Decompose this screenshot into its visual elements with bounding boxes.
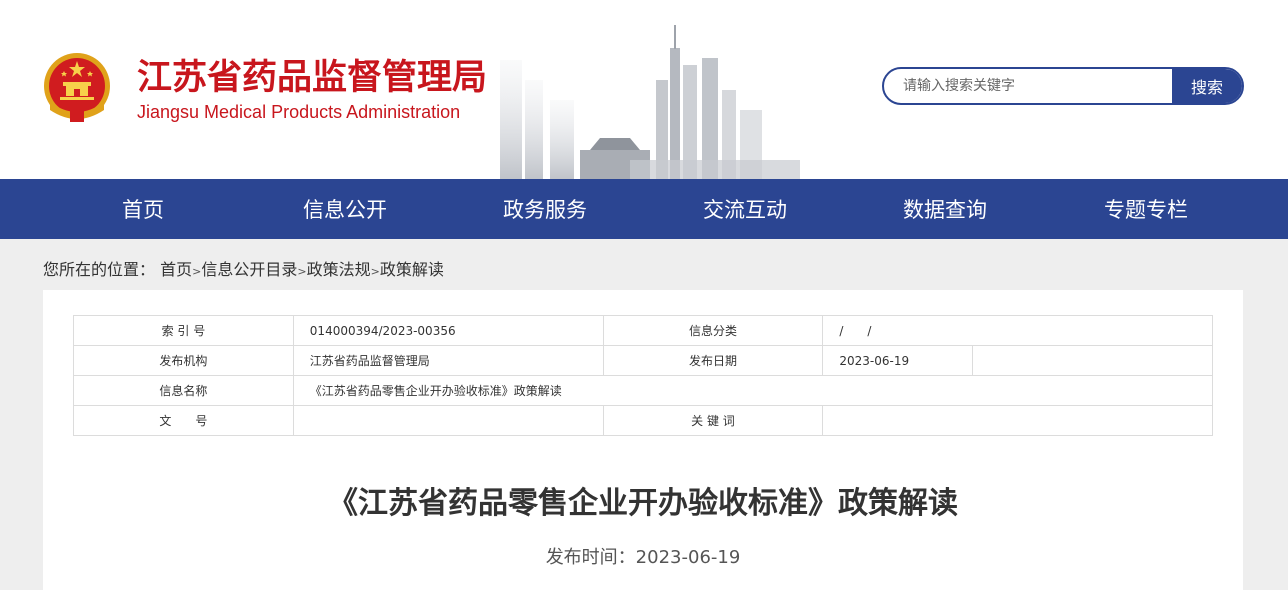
breadcrumb-info-catalog-link[interactable]: 信息公开目录	[201, 260, 297, 279]
keyword-label: 关 键 词	[602, 405, 824, 436]
search-button[interactable]: 搜索	[1172, 69, 1242, 103]
org-value: 江苏省药品监督管理局	[292, 345, 604, 376]
breadcrumb-separator: >	[297, 265, 307, 278]
search-box: 搜索	[882, 67, 1244, 105]
metadata-table: 索 引 号 014000394/2023-00356 信息分类 / / 发布机构…	[73, 315, 1214, 436]
site-header: 江苏省药品监督管理局 Jiangsu Medical Products Admi…	[0, 0, 1288, 179]
category-value: / /	[822, 315, 1213, 346]
nav-item-special-topics[interactable]: 专题专栏	[987, 179, 1188, 239]
table-row: 信息名称 《江苏省药品零售企业开办验收标准》政策解读	[73, 375, 1214, 406]
index-value: 014000394/2023-00356	[292, 315, 604, 346]
breadcrumb-separator: >	[192, 265, 202, 278]
search-input[interactable]	[884, 69, 1172, 103]
site-title-cn: 江苏省药品监督管理局	[137, 58, 488, 98]
breadcrumb-policy-interpretation-link[interactable]: 政策解读	[380, 260, 444, 279]
doc-number-value	[292, 405, 604, 436]
date-label: 发布日期	[602, 345, 824, 376]
table-row: 文 号 关 键 词	[73, 405, 1213, 436]
empty-cell	[972, 345, 1213, 376]
org-label: 发布机构	[73, 345, 294, 376]
nav-item-gov-services[interactable]: 政务服务	[387, 179, 587, 239]
national-emblem-icon	[44, 53, 110, 122]
nav-item-home[interactable]: 首页	[0, 179, 164, 239]
nav-item-data-query[interactable]: 数据查询	[787, 179, 987, 239]
index-label: 索 引 号	[73, 315, 294, 346]
main-nav: 首页 信息公开 政务服务 交流互动 数据查询 专题专栏	[0, 179, 1288, 239]
article-container: 索 引 号 014000394/2023-00356 信息分类 / / 发布机构…	[43, 290, 1243, 590]
breadcrumb-separator: >	[370, 265, 380, 278]
nav-item-interaction[interactable]: 交流互动	[587, 179, 787, 239]
date-value: 2023-06-19	[822, 345, 974, 376]
city-skyline-image	[500, 25, 800, 179]
doc-number-label: 文 号	[73, 405, 294, 436]
name-value: 《江苏省药品零售企业开办验收标准》政策解读	[292, 375, 1214, 406]
name-label: 信息名称	[73, 375, 294, 406]
breadcrumb-prefix: 您所在的位置：	[43, 260, 156, 279]
table-row: 索 引 号 014000394/2023-00356 信息分类 / /	[73, 315, 1213, 346]
breadcrumb-policy-link[interactable]: 政策法规	[307, 260, 371, 279]
category-label: 信息分类	[602, 315, 824, 346]
nav-item-info-disclosure[interactable]: 信息公开	[164, 179, 387, 239]
article-title: 《江苏省药品零售企业开办验收标准》政策解读	[328, 486, 958, 521]
keyword-value	[822, 405, 1213, 436]
breadcrumb-home-link[interactable]: 首页	[160, 260, 192, 279]
breadcrumb: 您所在的位置： 首页>信息公开目录>政策法规>政策解读	[43, 259, 444, 283]
site-title-en: Jiangsu Medical Products Administration	[137, 102, 461, 122]
table-row: 发布机构 江苏省药品监督管理局 发布日期 2023-06-19	[73, 345, 1213, 376]
publish-time: 发布时间：2023-06-19	[545, 547, 741, 568]
